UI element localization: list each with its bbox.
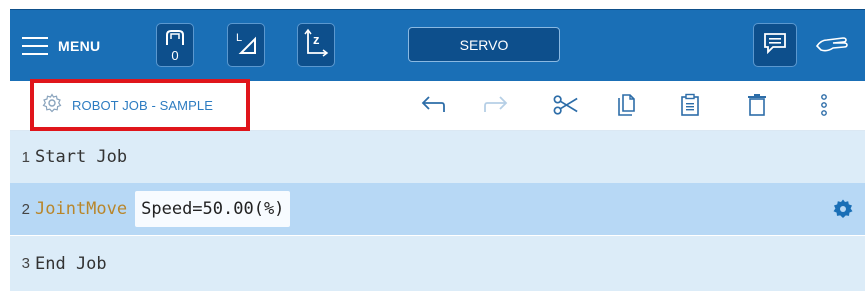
cut-icon[interactable] [553, 92, 579, 118]
line-number: 1 [21, 148, 30, 166]
program-line[interactable]: 1 Start Job [10, 131, 865, 183]
tool-select-button[interactable]: 0 [156, 23, 194, 67]
copy-icon[interactable] [613, 92, 639, 118]
redo-icon[interactable] [483, 92, 509, 118]
delete-icon[interactable] [744, 92, 770, 118]
line-command: JointMove [35, 199, 128, 219]
job-toolbar: ROBOT JOB - SAMPLE [10, 79, 865, 131]
axis-frame-icon: z [302, 28, 330, 63]
hand-guide-button[interactable] [812, 28, 852, 62]
base-frame-icon: L [233, 29, 259, 62]
menu-label: MENU [58, 38, 101, 54]
more-vertical-icon[interactable] [811, 92, 837, 118]
servo-button[interactable]: SERVO [408, 27, 560, 62]
svg-text:z: z [313, 32, 320, 47]
coordinate-user-button[interactable]: z [297, 23, 335, 67]
job-settings-gear-icon[interactable] [42, 92, 62, 118]
undo-icon[interactable] [420, 92, 446, 118]
menu-button[interactable]: MENU [22, 32, 100, 60]
program-line[interactable]: 3 End Job [10, 236, 865, 291]
line-command: End Job [35, 253, 107, 274]
hamburger-icon [22, 36, 48, 56]
line-settings-gear-icon[interactable] [833, 199, 853, 224]
hand-icon [815, 32, 849, 59]
messages-button[interactable] [753, 23, 797, 67]
line-command: Start Job [35, 147, 128, 167]
program-line-selected[interactable]: 2 JointMove Speed=50.00(%) [10, 183, 865, 235]
chat-message-icon [763, 32, 787, 59]
line-number: 2 [21, 200, 30, 218]
job-title-highlight[interactable]: ROBOT JOB - SAMPLE [30, 79, 250, 131]
job-title: ROBOT JOB - SAMPLE [72, 97, 213, 113]
coordinate-base-button[interactable]: L [227, 23, 265, 67]
speed-parameter[interactable]: Speed=50.00(%) [135, 191, 291, 227]
tool-counter: 0 [171, 48, 179, 63]
top-bar: MENU 0 L z SERVO [10, 9, 865, 81]
paste-icon[interactable] [677, 92, 703, 118]
line-number: 3 [21, 255, 30, 272]
svg-text:L: L [236, 32, 242, 44]
